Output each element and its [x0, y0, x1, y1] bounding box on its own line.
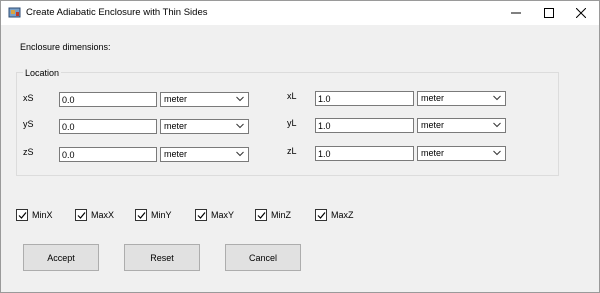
xl-unit-value: meter: [421, 93, 445, 103]
close-button[interactable]: [566, 1, 596, 25]
checkmark-icon: [257, 212, 266, 219]
ys-unit-select[interactable]: meter: [160, 119, 249, 134]
zl-input[interactable]: [315, 146, 414, 161]
yl-input[interactable]: [315, 118, 414, 133]
maximize-icon: [544, 8, 554, 18]
maxz-label: MaxZ: [331, 210, 354, 220]
checkbox-box[interactable]: [135, 209, 147, 221]
checkbox-box[interactable]: [195, 209, 207, 221]
checkbox-box[interactable]: [315, 209, 327, 221]
minz-label: MinZ: [271, 210, 291, 220]
maxx-label: MaxX: [91, 210, 115, 220]
checkmark-icon: [18, 212, 27, 219]
zl-label: zL: [287, 146, 297, 156]
zs-unit-select[interactable]: meter: [160, 147, 249, 162]
enclosure-dimensions-label: Enclosure dimensions:: [20, 42, 111, 52]
miny-label: MinY: [151, 210, 172, 220]
zs-label: zS: [23, 147, 34, 157]
ys-input[interactable]: [59, 119, 157, 134]
dialog-window: Create Adiabatic Enclosure with Thin Sid…: [0, 0, 600, 293]
miny-checkbox[interactable]: MinY: [135, 208, 172, 222]
maxz-checkbox[interactable]: MaxZ: [315, 208, 354, 222]
yl-unit-value: meter: [421, 120, 445, 130]
maxy-label: MaxY: [211, 210, 235, 220]
accept-button[interactable]: Accept: [23, 244, 99, 271]
minz-checkbox[interactable]: MinZ: [255, 208, 291, 222]
yl-unit-select[interactable]: meter: [417, 118, 506, 133]
minx-label: MinX: [32, 210, 53, 220]
zl-unit-select[interactable]: meter: [417, 146, 506, 161]
checkmark-icon: [317, 212, 326, 219]
chevron-down-icon: [493, 150, 501, 156]
ys-label: yS: [23, 119, 34, 129]
chevron-down-icon: [236, 123, 244, 129]
minx-checkbox[interactable]: MinX: [16, 208, 53, 222]
zl-unit-value: meter: [421, 148, 445, 158]
xs-unit-select[interactable]: meter: [160, 92, 249, 107]
zs-input[interactable]: [59, 147, 157, 162]
xs-input[interactable]: [59, 92, 157, 107]
minimize-button[interactable]: [501, 1, 531, 25]
xl-label: xL: [287, 91, 297, 101]
chevron-down-icon: [236, 151, 244, 157]
location-legend: Location: [23, 68, 62, 78]
minimize-icon: [511, 12, 521, 14]
reset-button[interactable]: Reset: [124, 244, 200, 271]
checkmark-icon: [137, 212, 146, 219]
checkbox-box[interactable]: [75, 209, 87, 221]
maximize-button[interactable]: [534, 1, 564, 25]
checkbox-box[interactable]: [255, 209, 267, 221]
maxy-checkbox[interactable]: MaxY: [195, 208, 234, 222]
cancel-button[interactable]: Cancel: [225, 244, 301, 271]
zs-unit-value: meter: [164, 149, 188, 159]
yl-label: yL: [287, 118, 297, 128]
chevron-down-icon: [493, 122, 501, 128]
window-title: Create Adiabatic Enclosure with Thin Sid…: [26, 7, 208, 18]
xl-input[interactable]: [315, 91, 414, 106]
close-icon: [576, 8, 586, 18]
xs-label: xS: [23, 93, 34, 103]
maxx-checkbox[interactable]: MaxX: [75, 208, 114, 222]
chevron-down-icon: [493, 95, 501, 101]
xl-unit-select[interactable]: meter: [417, 91, 506, 106]
ys-unit-value: meter: [164, 121, 188, 131]
xs-unit-value: meter: [164, 94, 188, 104]
checkbox-box[interactable]: [16, 209, 28, 221]
checkmark-icon: [197, 212, 206, 219]
title-bar[interactable]: Create Adiabatic Enclosure with Thin Sid…: [1, 1, 599, 25]
checkmark-icon: [77, 212, 86, 219]
chevron-down-icon: [236, 96, 244, 102]
app-icon: [8, 6, 21, 19]
